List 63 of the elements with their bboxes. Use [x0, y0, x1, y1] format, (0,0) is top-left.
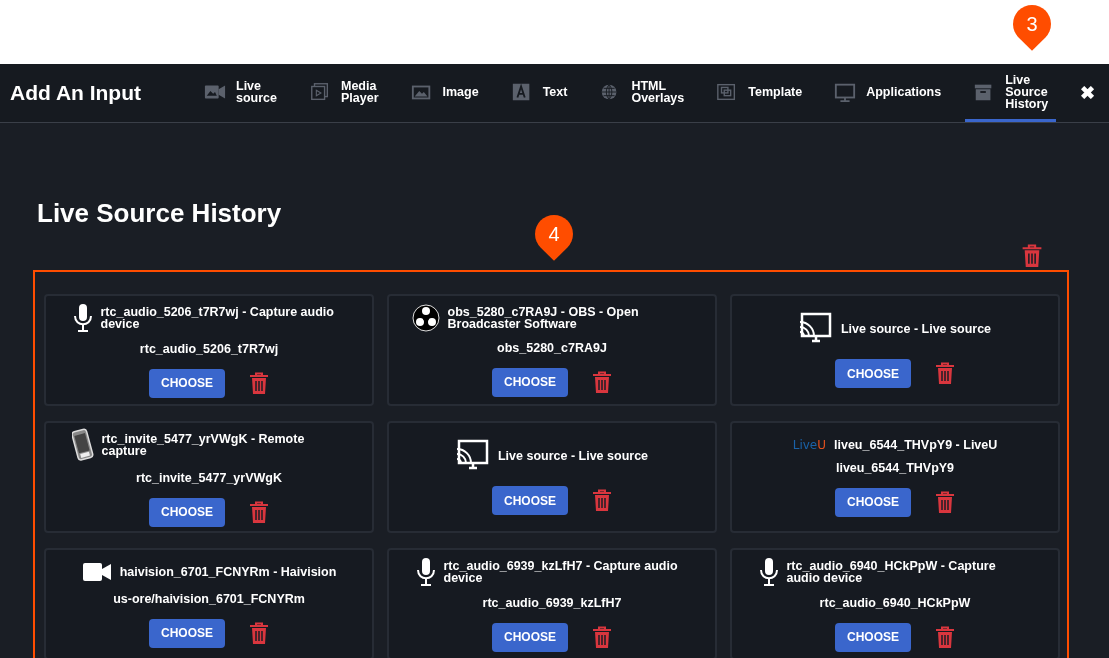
tab[interactable]: HTML Overlays [591, 64, 693, 122]
microphone-icon [72, 302, 93, 333]
choose-button[interactable]: CHOOSE [835, 359, 911, 388]
trash-icon [935, 362, 955, 385]
liveu-logo: LiveU [792, 437, 826, 452]
delete-button[interactable] [249, 500, 269, 524]
phone-icon [71, 427, 94, 462]
media-player-icon [309, 80, 331, 103]
microphone-icon [758, 556, 779, 587]
trash-icon [249, 621, 269, 645]
tab[interactable]: Media Player [301, 64, 387, 122]
page-title: Live Source History [37, 197, 282, 229]
source-id: us-ore/haivision_6701_FCNYRm [113, 591, 305, 606]
trash-icon [1021, 243, 1043, 268]
delete-button[interactable] [592, 625, 612, 649]
source-title: obs_5280_c7RA9J - OBS - Open Broadcaster Software [447, 305, 640, 330]
choose-button[interactable]: CHOOSE [492, 486, 568, 515]
delete-button[interactable] [935, 362, 955, 385]
delete-button[interactable] [935, 625, 955, 649]
source-title: rtc_audio_5206_t7R7wj - Capture audio device [100, 305, 335, 330]
tab[interactable]: Text [502, 64, 576, 122]
choose-button[interactable]: CHOOSE [835, 487, 911, 517]
trash-icon [592, 370, 612, 394]
tab[interactable]: Live source [196, 64, 285, 122]
dialog-title: Add An Input [10, 81, 142, 105]
tab[interactable]: Template [708, 64, 811, 122]
delete-button[interactable] [592, 370, 612, 394]
source-title: Live source - Live source [840, 323, 992, 335]
tab[interactable]: Applications [826, 64, 950, 122]
tab[interactable]: Image [402, 64, 487, 122]
source-id: rtc_audio_6939_kzLfH7 [482, 595, 622, 610]
choose-button[interactable]: CHOOSE [835, 622, 911, 652]
choose-button[interactable]: CHOOSE [149, 368, 225, 398]
choose-button[interactable]: CHOOSE [149, 497, 225, 527]
choose-button[interactable]: CHOOSE [149, 618, 225, 648]
trash-icon [935, 625, 955, 649]
close-button[interactable]: ✖ [1076, 82, 1100, 104]
delete-button[interactable] [935, 490, 955, 514]
source-title: rtc_invite_5477_yrVWgK - Remote capture [101, 432, 306, 457]
source-id: rtc_invite_5477_yrVWgK [136, 470, 282, 485]
source-id: obs_5280_c7RA9J [497, 340, 607, 355]
delete-button[interactable] [249, 621, 269, 645]
source-id: liveu_6544_THVpY9 [835, 460, 955, 475]
source-id: rtc_audio_5206_t7R7wj [139, 341, 279, 356]
trash-icon [592, 625, 612, 649]
obs-logo-icon [411, 303, 440, 332]
source-id: rtc_audio_6940_HCkPpW [819, 595, 971, 610]
trash-icon [249, 371, 269, 395]
source-title: Live source - Live source [497, 450, 649, 462]
delete-button[interactable] [249, 371, 269, 395]
source-title: rtc_audio_6939_kzLfH7 - Capture audio device [443, 559, 679, 584]
trash-icon [935, 490, 955, 514]
delete-button[interactable] [592, 489, 612, 512]
trash-icon [249, 500, 269, 524]
video-camera-icon [81, 560, 112, 583]
source-title: rtc_audio_6940_HCkPpW - Capture audio device [786, 559, 997, 584]
source-title: liveu_6544_THVpY9 - LiveU [834, 438, 998, 451]
trash-icon [592, 489, 612, 512]
tab[interactable]: Live Source History [965, 64, 1057, 122]
choose-button[interactable]: CHOOSE [492, 622, 568, 652]
source-title: haivision_6701_FCNYRm - Haivision [119, 565, 337, 578]
choose-button[interactable]: CHOOSE [492, 367, 568, 397]
microphone-icon [415, 556, 436, 587]
